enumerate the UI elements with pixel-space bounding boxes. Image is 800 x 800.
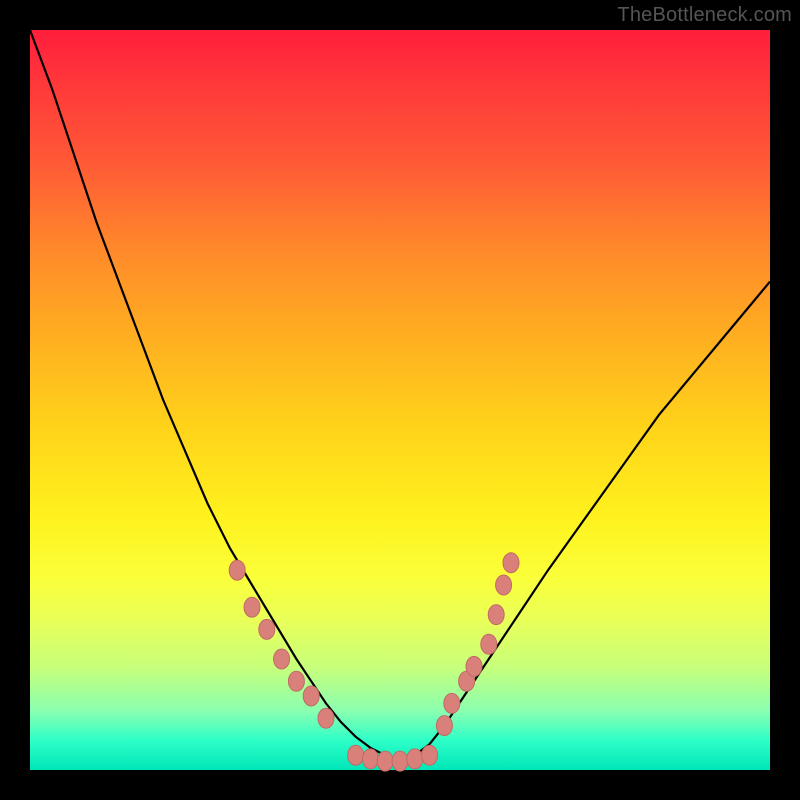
marker-bottom xyxy=(407,749,423,769)
marker-bottom xyxy=(422,745,438,765)
marker-left-cluster xyxy=(259,619,275,639)
data-markers xyxy=(229,553,519,771)
marker-bottom xyxy=(377,751,393,771)
marker-left-cluster xyxy=(303,686,319,706)
marker-bottom xyxy=(362,749,378,769)
chart-frame: TheBottleneck.com xyxy=(0,0,800,800)
marker-left-cluster xyxy=(229,560,245,580)
marker-left-cluster xyxy=(274,649,290,669)
marker-right-cluster xyxy=(466,656,482,676)
marker-right-cluster xyxy=(496,575,512,595)
watermark-text: TheBottleneck.com xyxy=(617,4,792,27)
bottleneck-curve xyxy=(30,30,770,760)
marker-right-cluster xyxy=(436,716,452,736)
chart-overlay xyxy=(30,30,770,770)
marker-left-cluster xyxy=(318,708,334,728)
marker-right-cluster xyxy=(444,693,460,713)
marker-bottom xyxy=(348,745,364,765)
marker-right-cluster xyxy=(481,634,497,654)
marker-left-cluster xyxy=(244,597,260,617)
marker-right-cluster xyxy=(488,605,504,625)
marker-right-cluster xyxy=(503,553,519,573)
marker-bottom xyxy=(392,751,408,771)
marker-left-cluster xyxy=(288,671,304,691)
